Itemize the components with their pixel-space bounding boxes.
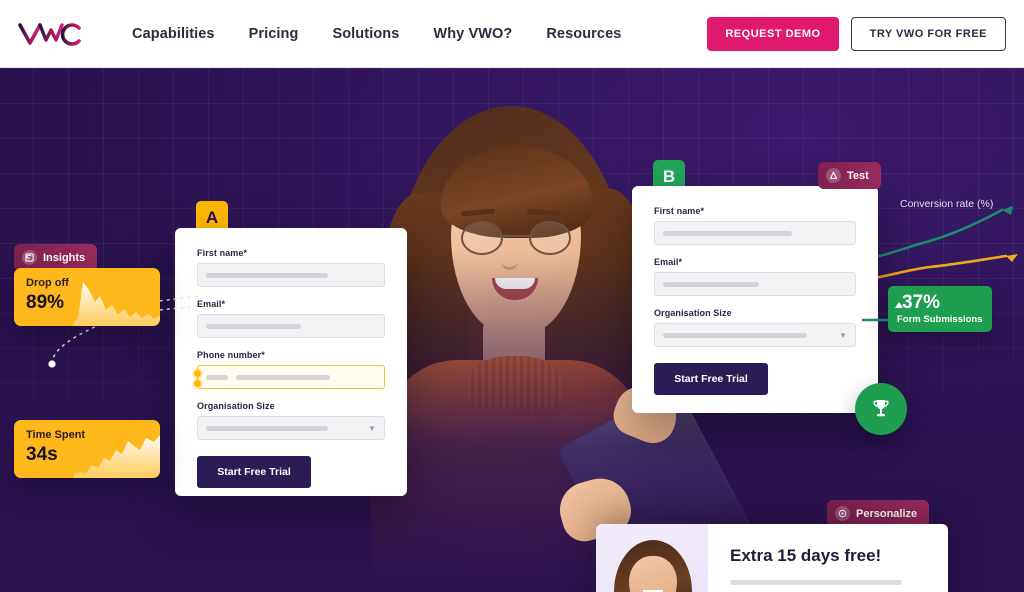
personalize-badge-label: Personalize xyxy=(856,507,918,520)
trophy-badge xyxy=(855,383,907,435)
phone-number-input-a[interactable] xyxy=(194,365,385,389)
main-navigation: Capabilities Pricing Solutions Why VWO? … xyxy=(132,26,621,42)
insights-badge-label: Insights xyxy=(43,251,86,264)
test-badge: Test xyxy=(818,162,881,189)
request-demo-button[interactable]: REQUEST DEMO xyxy=(707,16,839,51)
first-name-label-b: First name* xyxy=(654,206,705,216)
start-free-trial-button-b[interactable]: Start Free Trial xyxy=(654,363,768,395)
personalize-badge: Personalize xyxy=(827,500,930,527)
site-header: Capabilities Pricing Solutions Why VWO? … xyxy=(0,0,1024,68)
organisation-size-label-b: Organisation Size xyxy=(654,308,732,318)
start-free-trial-button-a[interactable]: Start Free Trial xyxy=(197,456,311,488)
promo-content: Extra 15 days free! Subscribe xyxy=(708,524,948,592)
nav-item-solutions[interactable]: Solutions xyxy=(332,26,399,42)
email-label-a: Email* xyxy=(197,299,226,309)
variant-a-form-card: First name* Email* Phone number* Organis… xyxy=(175,228,407,496)
chevron-down-icon: ▼ xyxy=(839,330,847,340)
try-vwo-free-button[interactable]: TRY VWO FOR FREE xyxy=(850,16,1006,51)
email-input-a[interactable] xyxy=(197,314,385,338)
stat-drop-off-label: Drop off xyxy=(26,277,69,289)
variant-a-form: First name* Email* Phone number* Organis… xyxy=(175,228,407,488)
promo-person-image xyxy=(596,524,708,592)
organisation-size-label-a: Organisation Size xyxy=(197,401,275,411)
variant-b-form: First name* Email* Organisation Size ▼ S… xyxy=(632,186,878,395)
organisation-size-select-a[interactable]: ▼ xyxy=(197,416,385,440)
test-beaker-icon xyxy=(826,168,841,183)
nav-item-pricing[interactable]: Pricing xyxy=(249,26,299,42)
first-name-label-a: First name* xyxy=(197,248,248,258)
stat-card-time-spent: Time Spent 34s xyxy=(14,420,160,478)
nav-item-capabilities[interactable]: Capabilities xyxy=(132,26,215,42)
form-submissions-value: 37% xyxy=(902,292,941,313)
variant-b-form-card: First name* Email* Organisation Size ▼ S… xyxy=(632,186,878,413)
form-submissions-caption: Form Submissions xyxy=(897,314,983,325)
stat-card-drop-off: Drop off 89% xyxy=(14,268,160,326)
phone-number-label-a: Phone number* xyxy=(197,350,265,360)
stat-drop-off-value: 89% xyxy=(26,292,65,313)
trophy-icon xyxy=(873,400,889,417)
first-name-input-b[interactable] xyxy=(654,221,856,245)
drop-off-sparkline xyxy=(74,282,160,326)
conversion-rate-chart: Conversion rate (%) xyxy=(858,188,1024,298)
header-actions: REQUEST DEMO TRY VWO FOR FREE xyxy=(707,16,1006,51)
hero-section: A First name* Email* Phone number* Organ… xyxy=(0,68,1024,592)
personalize-target-icon xyxy=(835,506,850,521)
test-badge-label: Test xyxy=(847,169,869,182)
insights-icon xyxy=(22,250,37,265)
stat-time-spent-value: 34s xyxy=(26,444,58,465)
time-spent-sparkline xyxy=(74,435,160,478)
chevron-down-icon: ▼ xyxy=(368,423,376,433)
chart-title: Conversion rate (%) xyxy=(900,198,994,210)
nav-item-why-vwo[interactable]: Why VWO? xyxy=(433,26,512,42)
glasses-icon xyxy=(459,221,575,255)
insights-badge: Insights xyxy=(14,244,98,271)
first-name-input-a[interactable] xyxy=(197,263,385,287)
email-label-b: Email* xyxy=(654,257,683,267)
form-submissions-badge: 37% Form Submissions xyxy=(888,286,992,332)
promo-title: Extra 15 days free! xyxy=(730,546,882,565)
email-input-b[interactable] xyxy=(654,272,856,296)
vwo-logo-icon[interactable] xyxy=(18,19,84,49)
organisation-size-select-b[interactable]: ▼ xyxy=(654,323,856,347)
nav-item-resources[interactable]: Resources xyxy=(546,26,621,42)
personalize-promo-card: Extra 15 days free! Subscribe xyxy=(596,524,948,592)
